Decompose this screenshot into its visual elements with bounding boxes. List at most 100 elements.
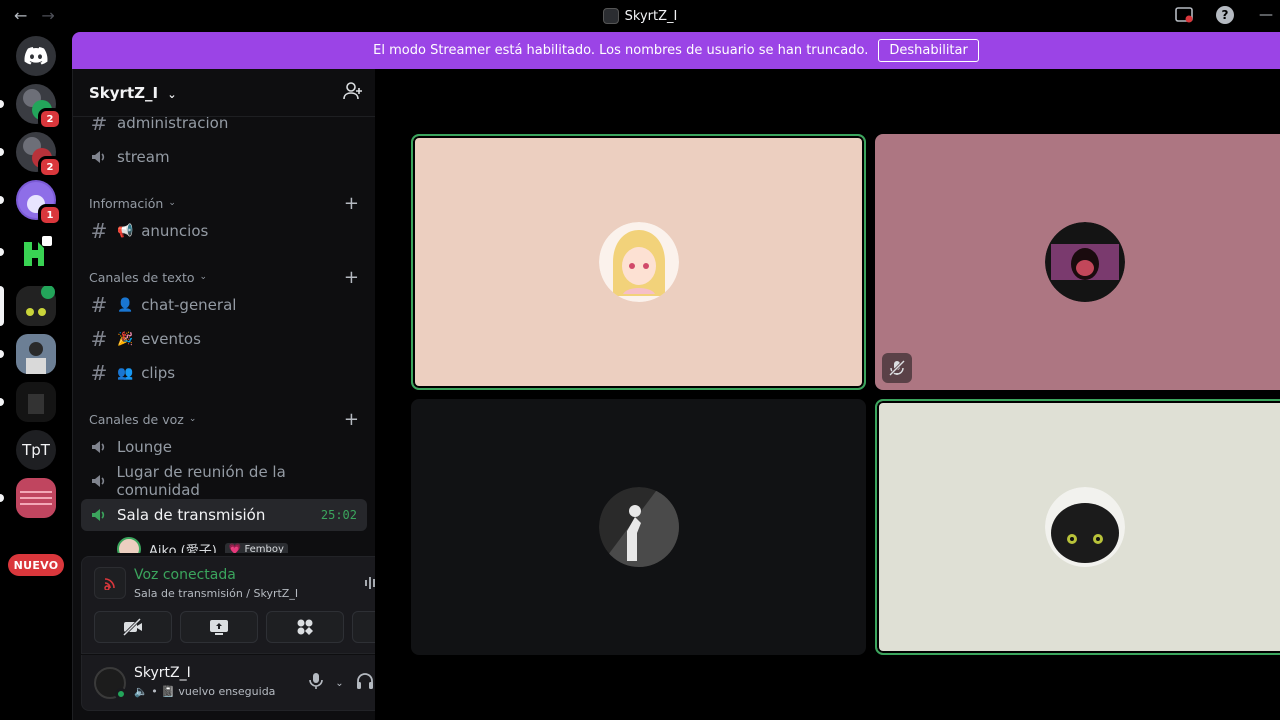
category-canales-de-voz[interactable]: Canales de voz ⌄ + xyxy=(89,409,359,430)
inbox-icon[interactable] xyxy=(1174,5,1194,25)
channel-emoji: 👤 xyxy=(117,297,134,313)
chevron-down-icon: ⌄ xyxy=(167,87,177,101)
mention-badge: 2 xyxy=(38,156,62,178)
participant-tile[interactable] xyxy=(875,134,1280,390)
chevron-down-icon: ⌄ xyxy=(199,272,208,282)
category-label: Canales de voz xyxy=(89,411,184,427)
unread-indicator xyxy=(0,100,4,108)
voice-channel-lounge[interactable]: Lounge xyxy=(81,431,367,463)
channel-eventos[interactable]: # 🎉 eventos xyxy=(81,323,367,355)
server-icon-small xyxy=(602,8,619,24)
server-list: 2 2 1 TpT NUEVO xyxy=(0,32,72,720)
category-informacion[interactable]: Información ⌄ + xyxy=(89,193,359,214)
participant-avatar xyxy=(1045,222,1125,302)
participant-tile[interactable] xyxy=(875,399,1280,655)
user-status-row: 🔈 • 📓 vuelvo enseguida xyxy=(134,685,276,698)
server-name: SkyrtZ_I xyxy=(89,83,159,102)
dm-avatar-2[interactable]: 2 xyxy=(16,132,62,178)
hash-icon: # xyxy=(90,327,108,351)
headphones-icon[interactable] xyxy=(356,672,374,694)
unread-indicator xyxy=(0,350,4,358)
connection-signal-icon[interactable] xyxy=(94,567,126,599)
channel-emoji: 🎉 xyxy=(117,331,134,347)
voice-status-subtitle[interactable]: Sala de transmisión / SkyrtZ_I xyxy=(134,587,298,600)
category-label: Información xyxy=(89,195,164,211)
participant-avatar xyxy=(598,222,679,302)
channel-label: anuncios xyxy=(141,222,209,240)
discord-home-icon[interactable] xyxy=(16,36,56,76)
hash-icon: # xyxy=(90,219,108,243)
microphone-icon[interactable] xyxy=(309,672,324,694)
server-icon-tpt[interactable]: TpT xyxy=(16,430,56,470)
banner-text: El modo Streamer está habilitado. Los no… xyxy=(373,43,869,58)
dm-avatar-1[interactable]: 2 xyxy=(16,84,62,130)
streamer-mode-banner: El modo Streamer está habilitado. Los no… xyxy=(72,32,1280,69)
new-badge[interactable]: NUEVO xyxy=(8,554,64,576)
add-channel-icon[interactable]: + xyxy=(344,409,359,430)
channel-label: stream xyxy=(117,148,170,166)
mic-muted-icon xyxy=(889,360,905,376)
unread-indicator xyxy=(0,398,4,406)
dm-avatar-3[interactable]: 1 xyxy=(16,180,62,226)
user-avatar[interactable] xyxy=(94,667,127,700)
participant-tile[interactable] xyxy=(411,399,866,655)
speaker-icon xyxy=(89,506,109,524)
mention-badge: 1 xyxy=(38,204,62,226)
mic-options-chevron-icon[interactable]: ⌄ xyxy=(335,678,343,689)
mention-badge: 2 xyxy=(38,108,62,130)
custom-status: vuelvo enseguida xyxy=(178,685,276,698)
server-name-wrap: SkyrtZ_I ⌄ xyxy=(89,84,177,102)
server-icon-photo[interactable] xyxy=(16,334,56,374)
category-label: Canales de texto xyxy=(89,269,195,285)
channel-administracion[interactable]: # administracion xyxy=(81,117,367,139)
hash-icon: # xyxy=(90,361,108,385)
server-icon-pink[interactable] xyxy=(16,478,56,518)
voice-channel-lugar-de-reunion[interactable]: Lugar de reunión de la comunidad xyxy=(81,463,367,499)
channel-label: Lounge xyxy=(117,438,173,456)
minimize-icon[interactable]: — xyxy=(1256,5,1276,25)
status-emoji-icon: 📓 xyxy=(161,685,175,698)
channel-sidebar: SkyrtZ_I ⌄ # administracion stream Infor… xyxy=(72,69,439,720)
selected-indicator xyxy=(0,286,4,326)
channel-stream[interactable]: stream xyxy=(81,141,367,173)
user-name[interactable]: SkyrtZ_I xyxy=(134,665,191,681)
voice-channel-sala-de-transmision[interactable]: Sala de transmisión 25:02 xyxy=(81,499,367,531)
channel-label: chat-general xyxy=(141,296,237,314)
participant-tile[interactable] xyxy=(411,134,866,390)
camera-off-icon xyxy=(123,618,142,636)
server-icon-active[interactable] xyxy=(16,286,56,326)
online-status-dot xyxy=(115,688,127,700)
channel-chat-general[interactable]: # 👤 chat-general xyxy=(81,289,367,321)
channel-label: eventos xyxy=(141,330,201,348)
voice-status-title[interactable]: Voz conectada xyxy=(134,567,236,583)
call-timer: 25:02 xyxy=(320,508,357,522)
channel-clips[interactable]: # 👥 clips xyxy=(81,357,367,389)
screen-share-button[interactable] xyxy=(180,611,258,643)
chevron-down-icon: ⌄ xyxy=(188,414,197,424)
server-icon-green[interactable] xyxy=(16,232,56,272)
camera-off-button[interactable] xyxy=(94,611,172,643)
member-avatar xyxy=(117,537,141,553)
disable-streamer-button[interactable]: Deshabilitar xyxy=(878,39,979,62)
participant-avatar xyxy=(598,487,679,567)
unread-indicator xyxy=(0,148,4,156)
invite-people-icon[interactable] xyxy=(343,81,363,104)
speaker-small-icon: 🔈 xyxy=(134,685,148,698)
help-icon[interactable]: ? xyxy=(1216,6,1234,24)
chevron-down-icon: ⌄ xyxy=(168,198,176,208)
server-icon-dark[interactable] xyxy=(16,382,56,422)
voice-member[interactable]: Aiko (愛子) 💗 Femboy xyxy=(117,537,288,553)
channel-anuncios[interactable]: # 📢 anuncios xyxy=(81,215,367,247)
channel-emoji: 👥 xyxy=(117,365,134,381)
stage-icon xyxy=(89,148,109,166)
unread-indicator xyxy=(0,248,4,256)
activities-button[interactable] xyxy=(266,611,344,643)
channel-label: Lugar de reunión de la comunidad xyxy=(116,463,286,499)
server-header[interactable]: SkyrtZ_I ⌄ xyxy=(73,69,375,117)
add-channel-icon[interactable]: + xyxy=(344,193,359,214)
channel-label: administracion xyxy=(117,117,229,132)
category-canales-de-texto[interactable]: Canales de texto ⌄ + xyxy=(89,267,359,288)
activities-icon xyxy=(297,619,313,635)
member-tag: 💗 Femboy xyxy=(224,542,288,553)
add-channel-icon[interactable]: + xyxy=(344,267,359,288)
